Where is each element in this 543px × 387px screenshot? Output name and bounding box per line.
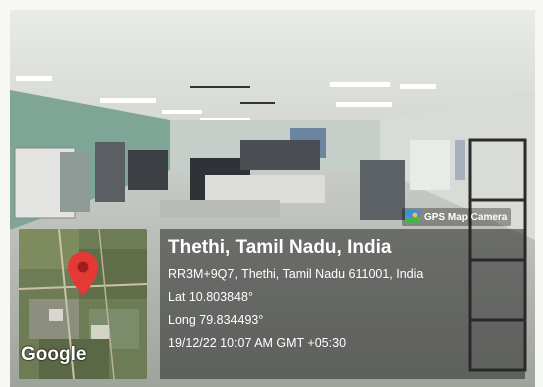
google-logo: Google bbox=[21, 344, 87, 365]
datetime-line: 19/12/22 10:07 AM GMT +05:30 bbox=[168, 336, 347, 350]
gps-map-camera-label: GPS Map Camera bbox=[424, 211, 508, 223]
address-line: RR3M+9Q7, Thethi, Tamil Nadu 611001, Ind… bbox=[168, 267, 424, 281]
map-pin-icon bbox=[68, 252, 98, 296]
gps-map-camera-badge: GPS Map Camera bbox=[402, 208, 512, 226]
latitude-line: Lat 10.803848° bbox=[168, 290, 253, 304]
longitude-line: Long 79.834493° bbox=[168, 313, 264, 327]
gps-map-camera-icon bbox=[406, 210, 420, 224]
location-title: Thethi, Tamil Nadu, India bbox=[168, 237, 392, 258]
